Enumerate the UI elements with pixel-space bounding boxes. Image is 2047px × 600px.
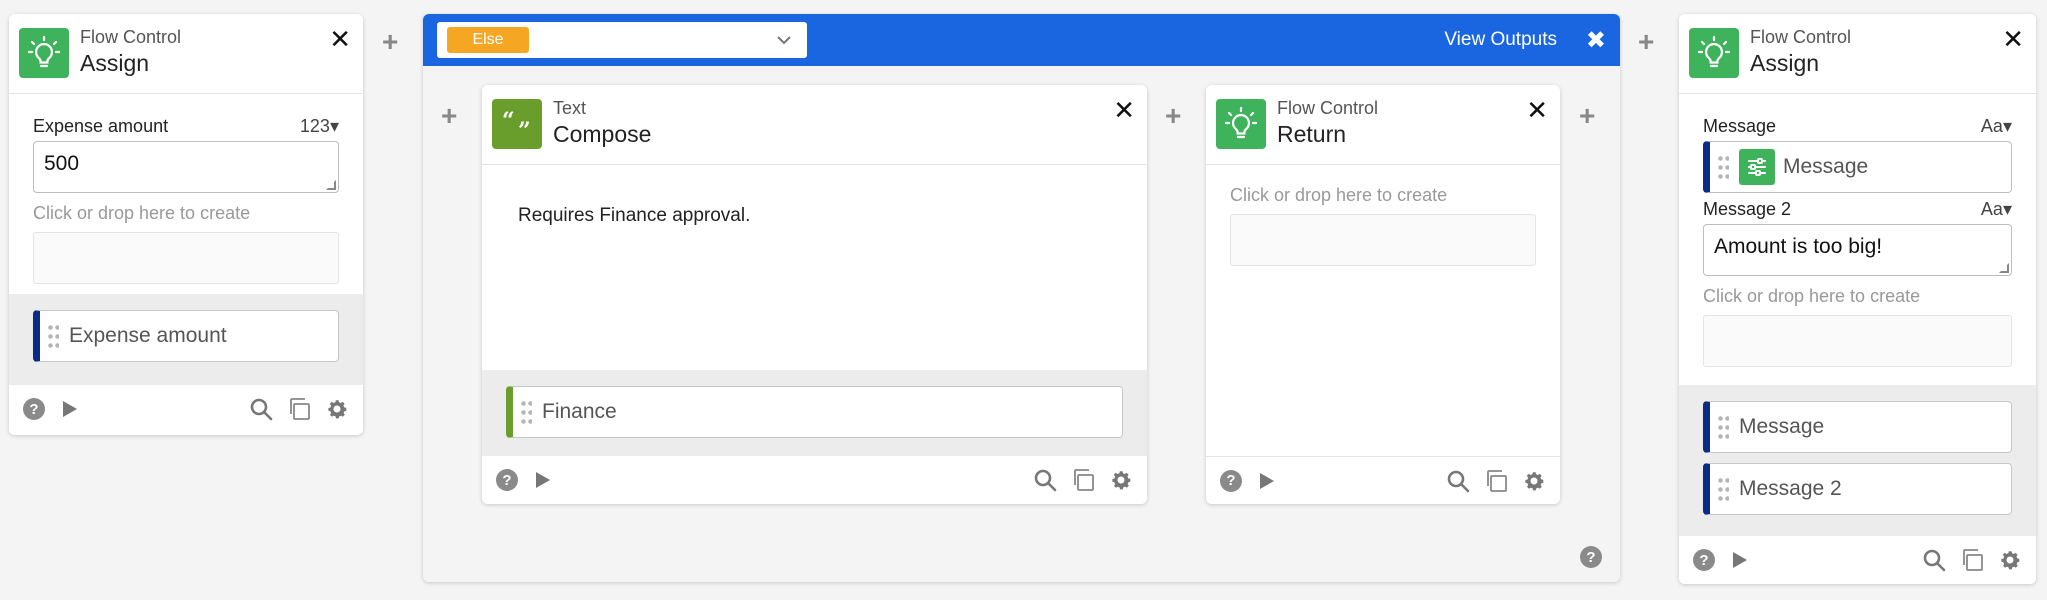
flow-control-lightbulb-icon [1689, 28, 1739, 78]
help-icon[interactable]: ? [496, 469, 518, 491]
return-card: Flow Control Return ✕ Click or drop here… [1206, 85, 1560, 504]
view-outputs-link[interactable]: View Outputs [1444, 29, 1557, 51]
card-category: Flow Control [1277, 98, 1379, 118]
output-pill[interactable]: Finance [506, 386, 1123, 438]
close-icon[interactable]: ✕ [2002, 26, 2024, 52]
card-header: Flow Control Assign ✕ [1679, 14, 2036, 94]
sliders-icon [1739, 149, 1775, 185]
output-pill[interactable]: Message [1703, 401, 2012, 453]
message-input[interactable]: Message [1703, 141, 2012, 193]
card-category: Flow Control [80, 27, 182, 47]
close-icon[interactable]: ✕ [1526, 97, 1548, 123]
search-icon[interactable] [249, 397, 273, 421]
add-step-plus-icon[interactable]: + [441, 102, 457, 130]
field-label: Message [1703, 116, 1777, 136]
close-icon[interactable]: ✕ [1113, 97, 1135, 123]
type-selector[interactable]: Aa▾ [1981, 116, 2012, 137]
drag-handle-icon[interactable] [47, 323, 59, 349]
play-icon[interactable] [1256, 471, 1276, 491]
copy-icon[interactable] [1071, 468, 1095, 492]
card-header: Flow Control Return ✕ [1206, 85, 1560, 165]
gear-icon[interactable] [325, 397, 349, 421]
else-branch-container: Else View Outputs ✖ + Text Compose ✕ Req… [423, 14, 1620, 582]
drop-zone[interactable] [1230, 214, 1536, 266]
card-header: Flow Control Assign ✕ [9, 14, 363, 94]
output-pill[interactable]: Message 2 [1703, 463, 2012, 515]
compose-card: Text Compose ✕ Requires Finance approval… [482, 85, 1147, 504]
close-icon[interactable]: ✕ [329, 26, 351, 52]
outputs-area: Finance [482, 370, 1147, 456]
copy-icon[interactable] [287, 397, 311, 421]
gear-icon[interactable] [1998, 548, 2022, 572]
card-title: Return [1277, 121, 1347, 147]
card-footer: ? [1679, 536, 2036, 584]
outputs-area: Expense amount [9, 294, 363, 385]
play-icon[interactable] [1729, 550, 1749, 570]
drag-handle-icon[interactable] [1717, 154, 1729, 180]
help-icon[interactable]: ? [1580, 546, 1602, 568]
play-icon[interactable] [59, 399, 79, 419]
drop-hint: Click or drop here to create [33, 203, 251, 223]
card-footer: ? [1206, 456, 1560, 504]
compose-content[interactable]: Requires Finance approval. [482, 165, 1147, 370]
drag-handle-icon[interactable] [1717, 476, 1729, 502]
outputs-area: Message Message 2 [1679, 385, 2036, 536]
card-title: Compose [553, 121, 652, 147]
gear-icon[interactable] [1522, 469, 1546, 493]
help-icon[interactable]: ? [1220, 469, 1242, 492]
card-category: Text [553, 98, 587, 118]
drop-zone[interactable] [1703, 315, 2012, 367]
message-2-input[interactable]: Amount is too big! [1703, 224, 2012, 276]
card-title: Assign [1750, 50, 1820, 76]
drag-handle-icon[interactable] [1717, 414, 1729, 440]
assign-card-right: Flow Control Assign ✕ Message Aa▾ Messag… [1679, 14, 2036, 584]
flow-control-lightbulb-icon [1216, 99, 1266, 149]
card-title: Assign [80, 50, 150, 76]
branch-select[interactable]: Else [437, 22, 807, 58]
play-icon[interactable] [532, 470, 552, 490]
copy-icon[interactable] [1484, 469, 1508, 493]
else-badge: Else [447, 27, 529, 53]
drag-handle-icon[interactable] [520, 399, 532, 425]
add-step-plus-icon[interactable]: + [1638, 28, 1654, 56]
expense-amount-input[interactable]: 500 [33, 141, 339, 193]
chevron-down-icon [777, 36, 791, 45]
gear-icon[interactable] [1109, 468, 1133, 492]
add-step-plus-icon[interactable]: + [1579, 102, 1595, 130]
card-footer: ? [482, 456, 1147, 504]
type-selector[interactable]: Aa▾ [1981, 199, 2012, 220]
field-label: Message 2 [1703, 199, 1792, 219]
field-label: Expense amount [33, 116, 169, 136]
add-step-plus-icon[interactable]: + [1165, 102, 1181, 130]
flow-control-lightbulb-icon [19, 28, 69, 78]
add-step-plus-icon[interactable]: + [382, 28, 398, 56]
search-icon[interactable] [1922, 548, 1946, 572]
resize-handle-icon[interactable] [326, 180, 336, 190]
card-footer: ? [9, 385, 363, 433]
resize-handle-icon[interactable] [1999, 263, 2009, 273]
card-header: Text Compose ✕ [482, 85, 1147, 165]
search-icon[interactable] [1033, 468, 1057, 492]
card-category: Flow Control [1750, 27, 1852, 47]
text-quote-icon [492, 99, 542, 149]
search-icon[interactable] [1446, 469, 1470, 493]
drop-hint: Click or drop here to create [1703, 286, 1921, 306]
drop-zone[interactable] [33, 232, 339, 284]
help-icon[interactable]: ? [23, 398, 45, 420]
help-icon[interactable]: ? [1693, 549, 1715, 571]
assign-card-left: Flow Control Assign ✕ Expense amount 123… [9, 14, 363, 435]
branch-header-bar: Else View Outputs ✖ [423, 14, 1620, 66]
type-selector[interactable]: 123▾ [300, 116, 339, 137]
output-pill[interactable]: Expense amount [33, 310, 339, 362]
copy-icon[interactable] [1960, 548, 1984, 572]
close-icon[interactable]: ✖ [1586, 26, 1606, 55]
drop-hint: Click or drop here to create [1230, 185, 1448, 205]
